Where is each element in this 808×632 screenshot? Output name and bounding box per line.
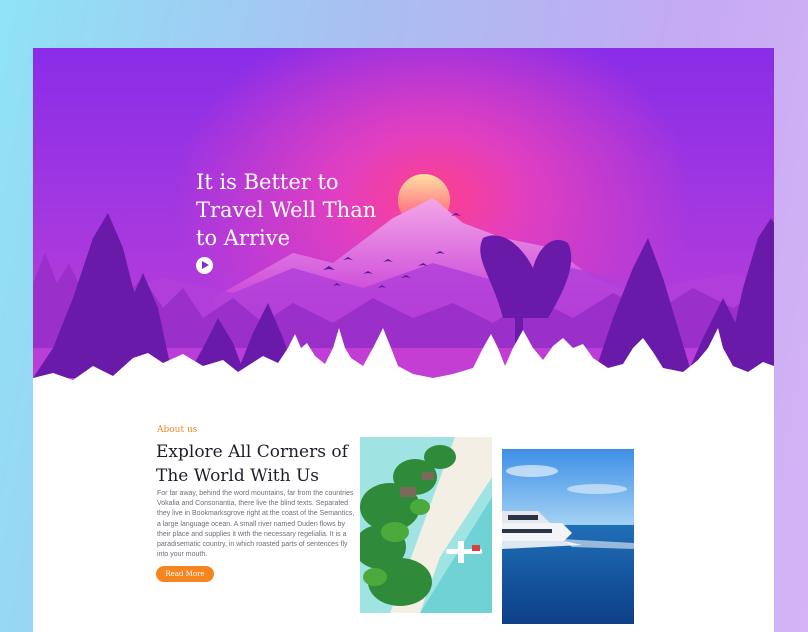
play-video-button[interactable]	[196, 257, 213, 274]
section-eyebrow-label: About us	[157, 425, 198, 435]
play-icon	[202, 261, 209, 269]
hero-title: It is Better to Travel Well Than to Arri…	[196, 168, 416, 252]
read-more-button[interactable]: Read More	[156, 566, 214, 582]
hero-title-line: It is Better to	[196, 170, 339, 194]
hero-banner: It is Better to Travel Well Than to Arri…	[33, 48, 774, 410]
hero-title-line: to Arrive	[196, 226, 291, 250]
about-heading-line: The World With Us	[156, 466, 320, 486]
beach-aerial-photo	[360, 437, 492, 613]
about-paragraph: For far away, behind the word mountains,…	[157, 490, 355, 559]
about-heading: Explore All Corners of The World With Us	[156, 440, 356, 488]
about-heading-line: Explore All Corners of	[156, 442, 348, 462]
page: It is Better to Travel Well Than to Arri…	[33, 48, 774, 632]
hero-title-line: Travel Well Than	[196, 198, 377, 222]
yacht-photo	[502, 449, 634, 624]
